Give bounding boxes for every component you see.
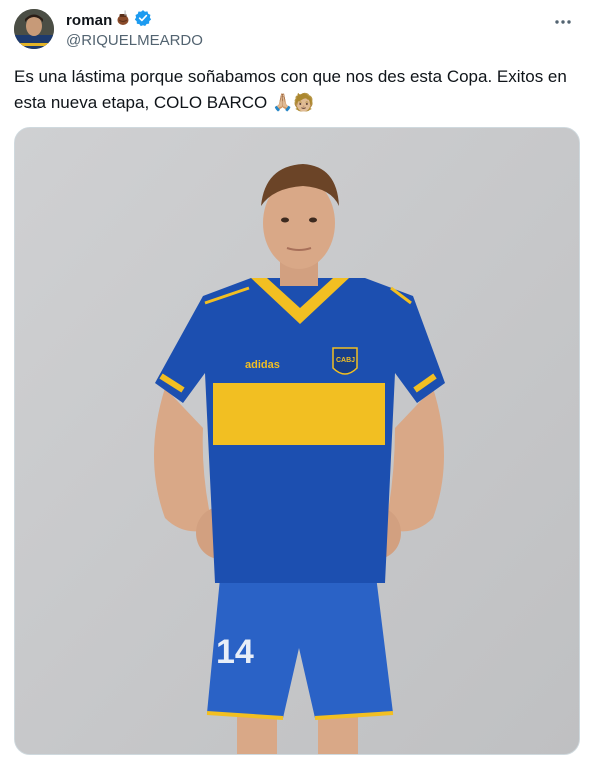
mate-gourd-icon [115, 10, 131, 31]
media-photo: 14 adidas CABJ [15, 128, 579, 754]
right-eye [309, 217, 317, 223]
author-names: roman @RIQUELMEARDO [66, 9, 203, 49]
tweet-header: roman @RIQUELMEARDO [14, 8, 577, 50]
tweet-media[interactable]: 14 adidas CABJ [14, 127, 580, 755]
author-handle[interactable]: @RIQUELMEARDO [66, 32, 203, 49]
author-display-name[interactable]: roman [66, 12, 112, 29]
author-avatar[interactable] [14, 9, 54, 49]
brand-logo-text: adidas [245, 359, 280, 371]
verified-badge-icon [134, 9, 152, 32]
more-options-button[interactable] [553, 12, 573, 32]
more-options-icon [555, 20, 571, 24]
crest-text: CABJ [336, 357, 355, 364]
tweet-text: Es una lástima porque soñabamos con que … [14, 67, 567, 112]
left-eye [281, 217, 289, 223]
shorts-number: 14 [216, 633, 254, 671]
avatar-photo-icon [14, 9, 54, 49]
jersey-stripe [213, 383, 385, 445]
